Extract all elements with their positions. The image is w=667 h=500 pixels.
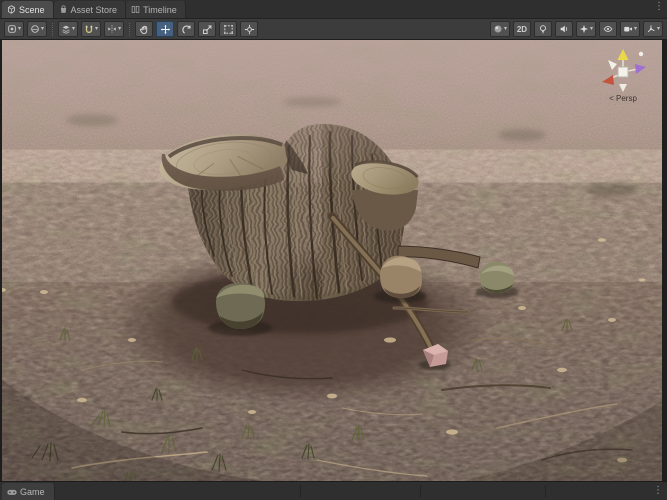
chevron-down-icon: ▾ xyxy=(41,26,45,32)
bottom-separator xyxy=(300,485,301,498)
move-tool-icon xyxy=(160,24,170,34)
visibility-toggle-button[interactable] xyxy=(598,21,617,37)
timeline-icon xyxy=(131,6,140,13)
chevron-down-icon: ▾ xyxy=(503,26,507,32)
bottom-overflow-menu[interactable]: ⋮ xyxy=(653,486,663,496)
gizmo-neutral-dot[interactable] xyxy=(638,51,644,57)
scale-tool-icon xyxy=(202,25,212,34)
transform-tool-icon xyxy=(244,24,254,34)
snap-dropdown[interactable]: ▾ xyxy=(81,21,102,37)
bottom-tab-bar: Game ⋮ xyxy=(0,481,667,500)
rotate-tool-icon xyxy=(181,24,191,33)
mirror-axis-icon xyxy=(108,25,116,33)
tab-game[interactable]: Game xyxy=(2,483,55,500)
hand-tool-icon xyxy=(139,25,147,34)
toolbar-separator xyxy=(52,22,54,36)
visibility-eye-icon xyxy=(603,26,613,32)
scene-render xyxy=(2,40,662,481)
effects-dropdown[interactable]: ▾ xyxy=(575,21,596,37)
bottom-separator xyxy=(420,485,421,498)
2d-label: 2D xyxy=(516,24,528,34)
bottom-separator xyxy=(545,485,546,498)
chevron-down-icon: ▾ xyxy=(18,26,22,32)
render-mode-dropdown[interactable]: ▾ xyxy=(4,21,25,37)
tab-label: Asset Store xyxy=(70,4,118,15)
chevron-down-icon: ▾ xyxy=(633,26,637,32)
layers-dropdown[interactable]: ▾ xyxy=(58,21,79,37)
unity-editor-window: Scene Asset Store Timeline ⋮ ▾ ▾ ▾ ▾ ▾ ▾… xyxy=(0,0,667,500)
snap-magnet-icon xyxy=(85,25,93,33)
tab-bar: Scene Asset Store Timeline ⋮ xyxy=(0,0,667,19)
tab-scene[interactable]: Scene xyxy=(2,1,54,18)
scene-viewport[interactable]: < Persp xyxy=(0,40,667,481)
chevron-down-icon: ▾ xyxy=(95,26,99,32)
lighting-bulb-icon xyxy=(539,25,546,34)
gizmo-y-axis-cone[interactable] xyxy=(617,49,629,60)
rotate-tool-button[interactable] xyxy=(177,21,196,37)
scene-toolbar: ▾ ▾ ▾ ▾ ▾ ▾ 2D ▾ ▾ ▾ xyxy=(0,19,667,40)
move-tool-button[interactable] xyxy=(156,21,175,37)
projection-label[interactable]: < Persp xyxy=(594,94,652,103)
camera-icon xyxy=(624,26,632,32)
layers-icon xyxy=(62,25,70,34)
tab-overflow-menu[interactable]: ⋮ xyxy=(654,2,664,12)
shading-dropdown-left[interactable]: ▾ xyxy=(27,21,48,37)
render-mode-icon xyxy=(8,25,16,33)
tab-label: Game xyxy=(20,486,45,497)
scale-tool-button[interactable] xyxy=(198,21,217,37)
scene-cube-icon xyxy=(8,5,15,14)
camera-settings-dropdown[interactable]: ▾ xyxy=(619,21,640,37)
asset-store-bag-icon xyxy=(60,5,66,13)
shaded-sphere-icon xyxy=(31,25,39,33)
audio-speaker-icon xyxy=(560,25,568,33)
mirror-dropdown[interactable]: ▾ xyxy=(104,21,125,37)
chevron-down-icon: ▾ xyxy=(72,26,76,32)
audio-toggle-button[interactable] xyxy=(554,21,573,37)
tab-label: Scene xyxy=(19,4,45,15)
tab-asset-store[interactable]: Asset Store xyxy=(53,1,127,18)
gizmos-dropdown[interactable]: ▾ xyxy=(642,21,663,37)
gamepad-icon xyxy=(7,489,17,495)
transform-tool-button[interactable] xyxy=(240,21,259,37)
gizmo-z-axis-cone[interactable] xyxy=(635,64,646,74)
gizmo-center-cube[interactable] xyxy=(617,66,629,78)
orientation-gizmo[interactable]: < Persp xyxy=(594,46,652,103)
view-hand-tool-button[interactable] xyxy=(135,21,154,37)
chevron-down-icon: ▾ xyxy=(118,26,122,32)
lighting-toggle-button[interactable] xyxy=(533,21,552,37)
chevron-down-icon: ▾ xyxy=(656,26,660,32)
gizmos-icon xyxy=(647,25,655,33)
chevron-down-icon: ▾ xyxy=(589,26,593,32)
gizmo-neutral-cone[interactable] xyxy=(608,60,617,70)
2d-toggle-button[interactable]: 2D xyxy=(512,21,531,37)
shading-mode-dropdown[interactable]: ▾ xyxy=(489,21,510,37)
shaded-sphere-icon xyxy=(494,25,502,33)
tab-timeline[interactable]: Timeline xyxy=(126,1,186,18)
rect-tool-icon xyxy=(223,24,233,34)
toolbar-separator xyxy=(129,22,131,36)
gizmo-x-axis-cone[interactable] xyxy=(602,75,614,85)
rect-tool-button[interactable] xyxy=(219,21,238,37)
effects-star-icon xyxy=(579,24,589,34)
gizmo-neutral-cone[interactable] xyxy=(619,84,627,92)
tab-label: Timeline xyxy=(143,4,177,15)
